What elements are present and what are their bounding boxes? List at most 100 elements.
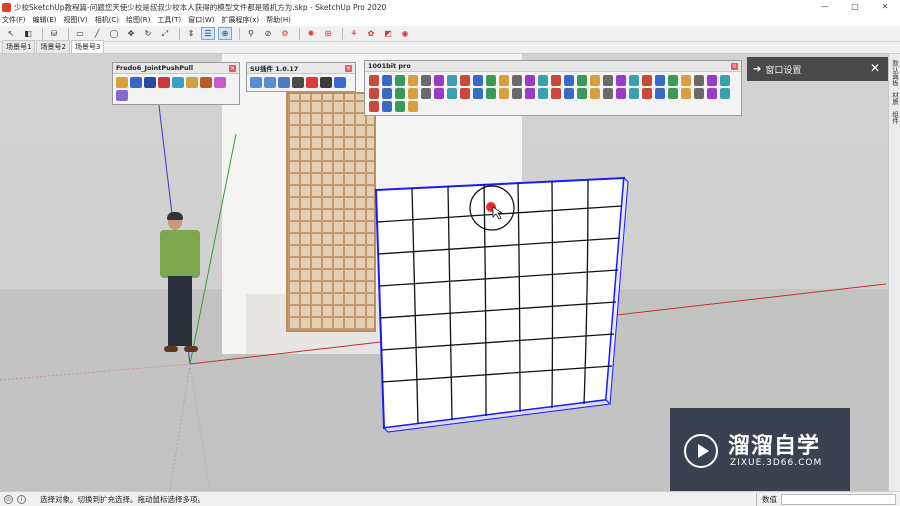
bit-tool-icon[interactable] [706,88,717,99]
bit-tool-icon[interactable] [719,88,730,99]
bit-tool-icon[interactable] [563,75,574,86]
plugin-icon[interactable] [320,77,332,88]
bit-tool-icon[interactable] [368,88,379,99]
bit-tool-icon[interactable] [680,75,691,86]
section-icon[interactable]: ⊘ [261,27,275,40]
bit-tool-icon[interactable] [394,75,405,86]
bit-tool-icon[interactable] [511,75,522,86]
bit-tool-icon[interactable] [589,88,600,99]
plugin-toolbar[interactable]: SU插件 1.0.17 × [246,62,356,92]
jpp-icon[interactable] [116,77,128,88]
stop-icon[interactable] [306,77,318,88]
jpp-icon[interactable] [116,90,128,101]
side-tab-components[interactable]: 组件 [890,111,900,124]
plugin-icon[interactable] [250,77,262,88]
bit-tool-icon[interactable] [641,75,652,86]
bit-tool-icon[interactable] [550,88,561,99]
select-icon[interactable]: ↖ [4,27,18,40]
move-icon[interactable]: ✥ [124,27,138,40]
eraser-icon[interactable]: ◧ [21,27,35,40]
jpp-icon[interactable] [214,77,226,88]
jpp-icon[interactable] [130,77,142,88]
bit-tool-icon[interactable] [680,88,691,99]
minimize-button[interactable]: — [810,0,840,14]
layers-icon[interactable]: ⚙ [278,27,292,40]
maximize-button[interactable]: □ [840,0,870,14]
plugin-icon[interactable] [264,77,276,88]
close-icon[interactable]: ✕ [870,61,880,75]
bit-tool-icon[interactable] [563,88,574,99]
bit-tool-icon[interactable] [368,101,379,112]
info-icon[interactable]: i [17,494,26,504]
bit-tool-icon[interactable] [706,75,717,86]
scale-icon[interactable]: ⤢ [158,27,172,40]
orbit-icon[interactable]: ☰ [201,27,215,40]
bit-tool-icon[interactable] [615,75,626,86]
bit-tool-icon[interactable] [381,88,392,99]
bit-tool-icon[interactable] [667,88,678,99]
grid-panel-model[interactable] [374,176,629,433]
bit-tool-icon[interactable] [459,88,470,99]
jpp-icon[interactable] [172,77,184,88]
plugin-icon[interactable] [278,77,290,88]
bit-tool-icon[interactable] [368,75,379,86]
bit-tool-icon[interactable] [446,75,457,86]
record-icon[interactable]: ◉ [398,27,412,40]
bit-tool-icon[interactable] [472,88,483,99]
geo-location-icon[interactable]: ⊙ [4,494,13,504]
bit-tool-icon[interactable] [719,75,730,86]
extension-icon[interactable]: ◩ [381,27,395,40]
menu-help[interactable]: 帮助(H) [266,15,291,25]
jpp-icon[interactable] [186,77,198,88]
line-icon[interactable]: ╱ [90,27,104,40]
bit-toolbar-header[interactable]: 1001bit pro × [365,61,741,72]
bit-tool-icon[interactable] [602,88,613,99]
bit-tool-icon[interactable] [537,75,548,86]
paint-icon[interactable]: ⛁ [47,27,61,40]
bit-tool-icon[interactable] [628,75,639,86]
bit-tool-icon[interactable] [420,88,431,99]
bit-tool-icon[interactable] [615,88,626,99]
bit-tool-icon[interactable] [628,88,639,99]
plugin-toolbar-header[interactable]: SU插件 1.0.17 × [247,63,355,74]
bit-tool-icon[interactable] [550,75,561,86]
bit-tool-icon[interactable] [654,88,665,99]
gear-icon[interactable]: ⊞ [321,27,335,40]
bit-tool-icon[interactable] [433,75,444,86]
close-icon[interactable]: × [731,62,738,70]
bit-tool-icon[interactable] [602,75,613,86]
bit-tool-icon[interactable] [537,88,548,99]
bit-tool-icon[interactable] [381,101,392,112]
bit-toolbar[interactable]: 1001bit pro × [364,60,742,116]
bit-tool-icon[interactable] [407,101,418,112]
bit-tool-icon[interactable] [394,88,405,99]
jpp-icon[interactable] [158,77,170,88]
bit-tool-icon[interactable] [433,88,444,99]
bit-tool-icon[interactable] [524,75,535,86]
menu-tools[interactable]: 工具(T) [157,15,181,25]
bit-tool-icon[interactable] [485,75,496,86]
menu-view[interactable]: 视图(V) [63,15,87,25]
bit-tool-icon[interactable] [498,75,509,86]
circle-icon[interactable]: ◯ [107,27,121,40]
bit-tool-icon[interactable] [511,88,522,99]
fredo-toolbar[interactable]: Fredo6_JointPushPull × [112,62,240,105]
zoom-icon[interactable]: ⚲ [244,27,258,40]
bit-tool-icon[interactable] [667,75,678,86]
bit-tool-icon[interactable] [472,75,483,86]
menu-window[interactable]: 窗口(W) [188,15,214,25]
scene-tab-1[interactable]: 场景号1 [2,40,36,53]
bit-tool-icon[interactable] [524,88,535,99]
scale-figure[interactable] [158,212,208,364]
play-icon[interactable] [292,77,304,88]
plugin-icon[interactable] [334,77,346,88]
menu-file[interactable]: 文件(F) [2,15,26,25]
bit-tool-icon[interactable] [407,75,418,86]
scene-tab-2[interactable]: 场景号2 [36,40,70,53]
rectangle-icon[interactable]: ▭ [73,27,87,40]
window-settings-panel[interactable]: ➔ 窗口设置 ✕ [747,57,888,81]
bit-tool-icon[interactable] [420,75,431,86]
close-button[interactable]: ✕ [870,0,900,14]
bit-tool-icon[interactable] [485,88,496,99]
close-icon[interactable]: × [229,64,236,72]
